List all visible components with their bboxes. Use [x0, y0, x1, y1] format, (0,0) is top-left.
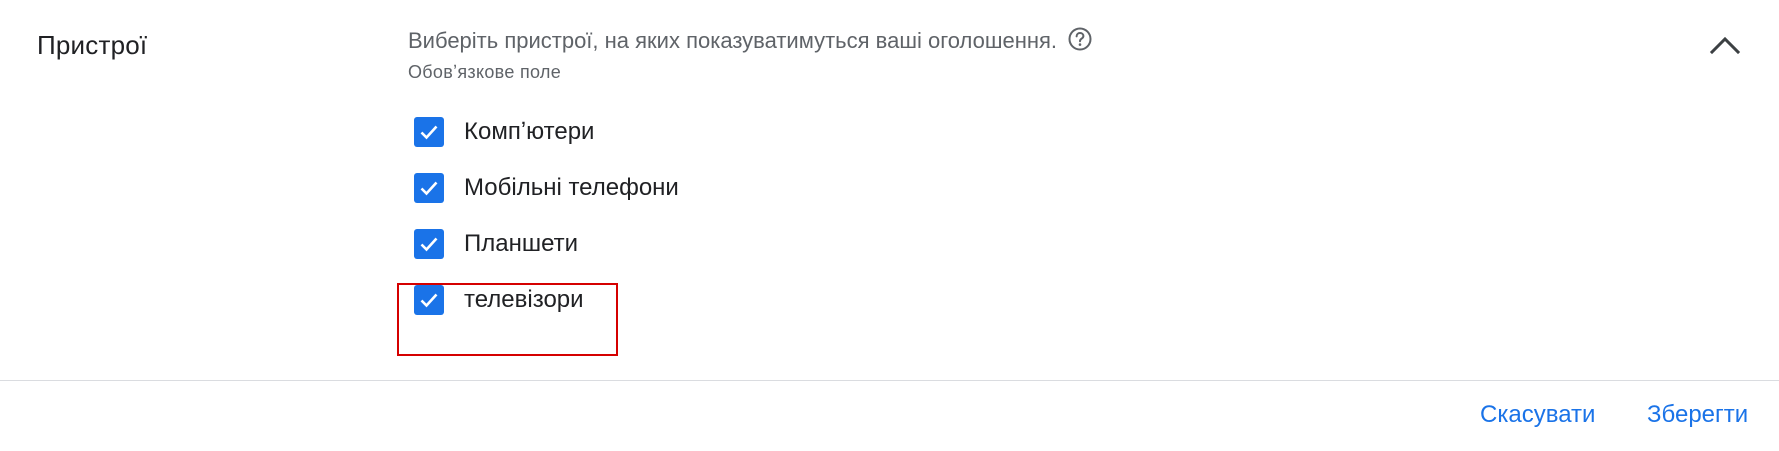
help-circle-icon[interactable]	[1067, 26, 1093, 52]
checkmark-icon	[420, 181, 438, 196]
required-field-label: Обовʼязкове поле	[408, 62, 562, 82]
mobile-phones-label: Мобільні телефони	[464, 174, 679, 201]
chevron-up-icon	[1709, 36, 1741, 55]
save-button[interactable]: Зберегти	[1647, 399, 1748, 431]
device-option-mobile-phones[interactable]: Мобільні телефони	[414, 164, 679, 212]
tvs-label: телевізори	[464, 286, 584, 313]
computers-checkbox[interactable]	[414, 117, 444, 147]
checkmark-icon	[420, 237, 438, 252]
checkmark-icon	[420, 293, 438, 308]
devices-section: Пристрої Виберіть пристрої, на яких пока…	[0, 0, 1779, 381]
section-title: Пристрої	[37, 30, 148, 60]
tablets-checkbox[interactable]	[414, 229, 444, 259]
device-option-tvs[interactable]: телевізори	[414, 276, 584, 324]
cancel-button[interactable]: Скасувати	[1480, 399, 1595, 431]
tablets-label: Планшети	[464, 230, 579, 257]
device-option-computers[interactable]: Компʼютери	[414, 108, 594, 156]
device-option-tablets[interactable]: Планшети	[414, 220, 578, 268]
checkmark-icon	[420, 125, 438, 140]
section-description: Виберіть пристрої, на яких показуватимут…	[408, 25, 1093, 57]
mobile-phones-checkbox[interactable]	[414, 173, 444, 203]
footer-actions: Скасувати Зберегти	[0, 381, 1779, 451]
computers-label: Компʼютери	[464, 118, 595, 145]
description-text: Виберіть пристрої, на яких показуватимут…	[408, 28, 1058, 53]
tvs-checkbox[interactable]	[414, 285, 444, 315]
collapse-section-button[interactable]	[1700, 20, 1750, 70]
